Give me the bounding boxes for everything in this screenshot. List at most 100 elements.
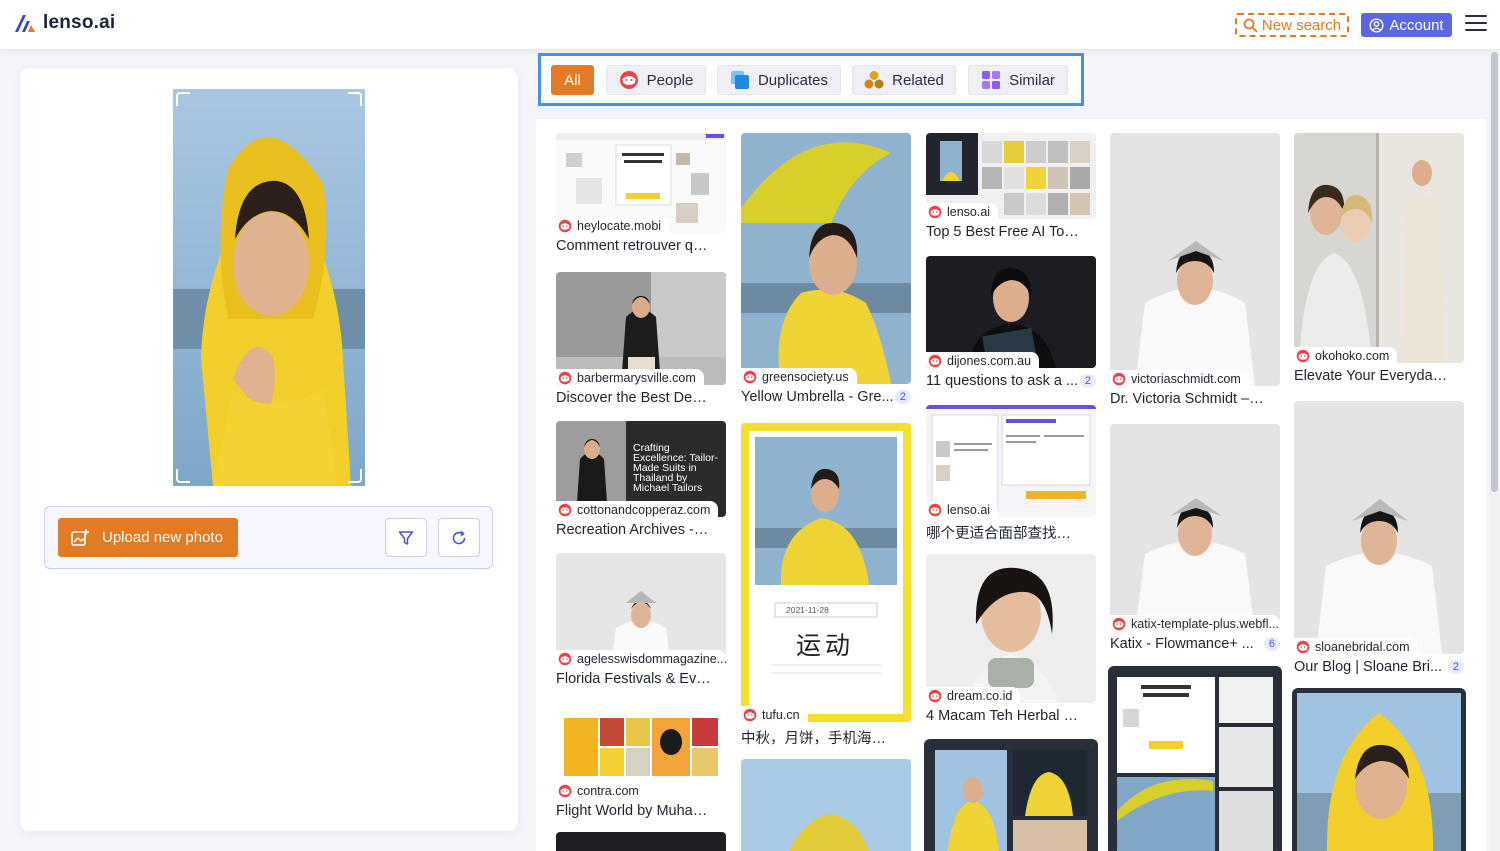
result-thumbnail[interactable]: okohoko.com (1294, 133, 1464, 363)
add-image-icon (71, 528, 89, 546)
result-title[interactable]: 中秋，月饼，手机海报,手... (741, 727, 896, 748)
result-source[interactable]: contra.com (556, 782, 647, 798)
result-thumbnail[interactable]: barbermarysville.com (556, 272, 726, 385)
result-thumbnail[interactable] (924, 739, 1098, 851)
result-card[interactable]: barbermarysville.com Discover the Best D… (556, 272, 726, 406)
result-source[interactable]: sloanebridal.com (1294, 638, 1418, 654)
result-title[interactable]: 11 questions to ask a ... (926, 373, 1078, 389)
result-card[interactable] (556, 832, 726, 851)
filter-button[interactable] (385, 518, 427, 557)
duplicates-icon (730, 71, 749, 89)
result-source[interactable]: heylocate.mobi (556, 217, 670, 233)
tab-duplicates[interactable]: Duplicates (717, 65, 841, 95)
result-title[interactable]: Elevate Your Everyday wi... (1294, 368, 1449, 384)
result-thumbnail[interactable] (741, 759, 911, 851)
result-source[interactable]: dream.co.id (926, 687, 1021, 703)
result-source[interactable]: tufu.cn (741, 706, 808, 722)
result-thumbnail[interactable]: Crafting Excellence: Tailor-Made Suits i… (556, 421, 726, 517)
tab-similar[interactable]: Similar (968, 65, 1068, 95)
result-source[interactable]: lenso.ai (926, 501, 999, 517)
account-button[interactable]: Account (1361, 13, 1452, 37)
result-card[interactable]: okohoko.com Elevate Your Everyday wi... (1294, 133, 1464, 384)
result-card[interactable]: agelesswisdommagazine.... Florida Festiv… (556, 553, 726, 687)
result-source[interactable]: dijones.com.au (926, 352, 1040, 368)
page-scrollbar[interactable] (1489, 50, 1500, 851)
result-card[interactable]: contra.com Flight World by Muham... (556, 714, 726, 819)
result-title[interactable]: Recreation Archives - Co... (556, 522, 711, 538)
thumbnail-overlay-text: Crafting Excellence: Tailor-Made Suits i… (633, 442, 719, 494)
result-source[interactable]: katix-template-plus.webfl... (1110, 615, 1280, 631)
related-icon (864, 71, 884, 89)
face-match-icon (928, 354, 942, 368)
result-title[interactable]: Our Blog | Sloane Bri... (1294, 659, 1442, 675)
result-card[interactable]: heylocate.mobi Comment retrouver que... (556, 133, 726, 254)
logo[interactable]: lenso.ai (14, 12, 115, 34)
result-source[interactable]: victoriaschmidt.com (1110, 370, 1249, 386)
result-title[interactable]: Florida Festivals & Event... (556, 671, 711, 687)
face-match-icon (558, 652, 572, 666)
result-card[interactable]: dream.co.id 4 Macam Teh Herbal yan... (926, 554, 1096, 724)
new-search-button[interactable]: New search (1235, 13, 1349, 37)
result-source[interactable]: greensociety.us (741, 368, 857, 384)
result-thumbnail[interactable] (1292, 688, 1466, 851)
result-card[interactable] (1292, 688, 1466, 851)
tab-all[interactable]: All (551, 65, 594, 95)
result-card[interactable]: dijones.com.au 11 questions to ask a ...… (926, 256, 1096, 389)
result-thumbnail[interactable]: dijones.com.au (926, 256, 1096, 368)
result-card[interactable]: katix-template-plus.webfl... Katix - Flo… (1110, 424, 1280, 652)
result-card[interactable]: sloanebridal.com Our Blog | Sloane Bri..… (1294, 401, 1464, 675)
result-thumbnail[interactable] (1108, 666, 1282, 851)
match-count-badge: 2 (1447, 660, 1464, 674)
face-match-icon (743, 370, 757, 384)
result-thumbnail[interactable]: sloanebridal.com (1294, 401, 1464, 654)
scrollbar-thumb[interactable] (1491, 52, 1498, 492)
query-photo-image (173, 89, 365, 486)
poster-headline: 运动 (796, 631, 855, 660)
tab-related[interactable]: Related (852, 65, 956, 95)
result-thumbnail[interactable]: lenso.ai (926, 133, 1096, 219)
result-thumbnail[interactable]: heylocate.mobi (556, 133, 726, 233)
tab-people[interactable]: People (606, 65, 706, 95)
result-source[interactable]: cottonandcopperaz.com (556, 501, 719, 517)
result-thumbnail[interactable]: contra.com (556, 714, 726, 798)
tab-all-label: All (564, 71, 581, 89)
result-title[interactable]: Dr. Victoria Schmidt – Th... (1110, 391, 1265, 407)
refresh-button[interactable] (438, 518, 480, 557)
result-thumbnail[interactable]: katix-template-plus.webfl... (1110, 424, 1280, 631)
result-card[interactable]: lenso.ai Top 5 Best Free AI Tools ... (926, 133, 1096, 240)
people-face-icon (619, 71, 638, 89)
result-title[interactable]: Katix - Flowmance+ ... (1110, 636, 1254, 652)
result-source[interactable]: lenso.ai (926, 203, 999, 219)
result-card[interactable]: 2021-11-28 运动 tufu.cn 中秋，月饼，手机海报,手... (741, 423, 911, 748)
result-card[interactable] (924, 739, 1098, 851)
result-source[interactable]: agelesswisdommagazine.... (556, 650, 726, 666)
result-source[interactable]: okohoko.com (1294, 347, 1398, 363)
result-card[interactable] (1108, 666, 1282, 851)
result-card[interactable]: victoriaschmidt.com Dr. Victoria Schmidt… (1110, 133, 1280, 407)
result-thumbnail[interactable]: victoriaschmidt.com (1110, 133, 1280, 386)
result-thumbnail[interactable] (556, 832, 726, 851)
result-title[interactable]: Top 5 Best Free AI Tools ... (926, 224, 1081, 240)
query-photo (173, 89, 365, 486)
result-title[interactable]: Discover the Best Deals ... (556, 390, 711, 406)
result-thumbnail[interactable]: dream.co.id (926, 554, 1096, 703)
result-title[interactable]: 4 Macam Teh Herbal yan... (926, 708, 1081, 724)
result-thumbnail[interactable]: agelesswisdommagazine.... (556, 553, 726, 666)
result-thumbnail[interactable]: 2021-11-28 运动 tufu.cn (741, 423, 911, 722)
result-title[interactable]: 哪个更适合面部查找：len... (926, 522, 1081, 543)
result-title[interactable]: Yellow Umbrella - Gre... (741, 389, 894, 405)
result-source[interactable]: barbermarysville.com (556, 369, 704, 385)
face-match-icon (1296, 349, 1310, 363)
result-title[interactable]: Flight World by Muham... (556, 803, 711, 819)
result-card[interactable]: lenso.ai 哪个更适合面部查找：len... (926, 405, 1096, 543)
result-title[interactable]: Comment retrouver que... (556, 238, 711, 254)
result-thumbnail[interactable]: greensociety.us (741, 133, 911, 384)
upload-new-photo-button[interactable]: Upload new photo (58, 518, 238, 557)
upload-new-photo-label: Upload new photo (102, 529, 223, 546)
hamburger-menu-icon[interactable] (1465, 15, 1487, 35)
result-card[interactable] (741, 759, 911, 851)
result-thumbnail[interactable]: lenso.ai (926, 405, 1096, 517)
result-card[interactable]: greensociety.us Yellow Umbrella - Gre...… (741, 133, 911, 405)
result-filter-tabs: All People Duplicates Related Similar (538, 53, 1084, 106)
result-card[interactable]: Crafting Excellence: Tailor-Made Suits i… (556, 421, 726, 538)
